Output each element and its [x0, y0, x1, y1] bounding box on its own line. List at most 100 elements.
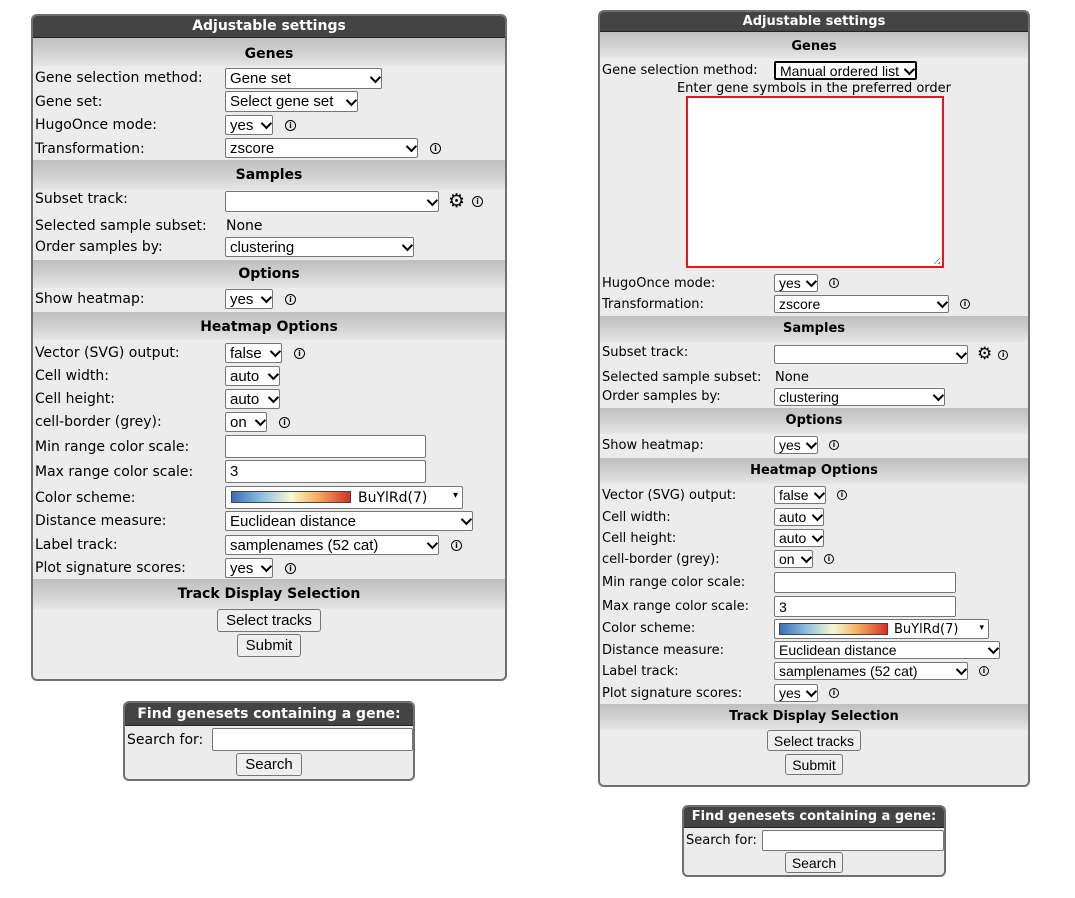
section-track-display: Track Display Selection [33, 579, 505, 609]
show-heatmap-select[interactable]: yes [225, 289, 273, 309]
distance-measure-select[interactable]: Euclidean distance [774, 641, 1000, 659]
cell-height-select[interactable]: auto [225, 389, 280, 409]
min-range-input[interactable] [774, 572, 956, 593]
info-icon[interactable]: i [829, 278, 839, 288]
search-for-label: Search for: [127, 732, 204, 748]
info-icon[interactable]: i [979, 666, 989, 676]
min-range-input[interactable] [225, 435, 426, 458]
show-heatmap-select[interactable]: yes [774, 436, 818, 454]
color-scheme-gradient [231, 491, 351, 503]
info-icon[interactable]: i [960, 299, 970, 309]
section-genes: Genes [600, 32, 1028, 58]
transformation-label: Transformation: [35, 141, 145, 157]
submit-button[interactable]: Submit [236, 634, 302, 657]
color-scheme-gradient [779, 623, 888, 635]
max-range-label: Max range color scale: [602, 599, 749, 614]
vector-svg-select[interactable]: false [774, 486, 826, 504]
distance-measure-label: Distance measure: [35, 513, 167, 529]
resize-grip-icon[interactable] [934, 258, 940, 264]
gene-symbols-textarea[interactable] [686, 96, 944, 268]
plot-signature-select[interactable]: yes [774, 684, 818, 702]
info-icon[interactable]: i [285, 562, 296, 574]
search-button[interactable]: Search [784, 852, 844, 873]
info-icon[interactable]: i [829, 688, 839, 698]
cell-border-label: cell-border (grey): [602, 552, 720, 567]
show-heatmap-label: Show heatmap: [35, 291, 145, 307]
distance-measure-select[interactable]: Euclidean distance [225, 511, 473, 531]
hugoonce-mode-select[interactable]: yes [774, 274, 818, 292]
left-find-geneset-box: Find genesets containing a gene: Search … [123, 701, 415, 781]
gene-set-label: Gene set: [35, 94, 103, 110]
cell-height-select[interactable]: auto [774, 529, 824, 547]
plot-signature-label: Plot signature scores: [35, 560, 186, 576]
cell-height-label: Cell height: [602, 531, 677, 546]
hugoonce-mode-label: HugoOnce mode: [602, 276, 716, 291]
hugoonce-mode-select[interactable]: yes [225, 115, 273, 135]
info-icon[interactable]: i [837, 490, 847, 500]
info-icon[interactable]: i [294, 347, 305, 359]
subset-track-label: Subset track: [602, 345, 689, 360]
section-options: Options [33, 260, 505, 288]
transformation-select[interactable]: zscore [225, 138, 418, 158]
transformation-label: Transformation: [602, 297, 704, 312]
info-icon[interactable]: i [430, 142, 441, 154]
find-title: Find genesets containing a gene: [684, 807, 944, 828]
search-for-label: Search for: [686, 833, 757, 848]
order-samples-select[interactable]: clustering [774, 388, 945, 406]
selected-sample-subset-value: None [226, 218, 263, 234]
subset-track-select[interactable] [225, 191, 439, 212]
info-icon[interactable]: i [285, 293, 296, 305]
section-samples: Samples [600, 316, 1028, 342]
info-icon[interactable]: i [472, 196, 484, 207]
select-tracks-button[interactable]: Select tracks [217, 609, 321, 632]
gene-selection-method-select[interactable]: Manual ordered list [774, 61, 917, 80]
order-samples-select[interactable]: clustering [225, 237, 414, 257]
color-scheme-select[interactable]: BuYlRd(7) ▾ [225, 486, 463, 509]
label-track-label: Label track: [602, 664, 679, 679]
selected-sample-subset-value: None [775, 370, 809, 385]
search-input[interactable] [762, 830, 944, 851]
max-range-input[interactable]: 3 [774, 596, 956, 617]
info-icon[interactable]: i [451, 539, 462, 551]
section-options: Options [600, 408, 1028, 434]
search-input[interactable] [212, 728, 413, 751]
submit-button[interactable]: Submit [785, 754, 843, 775]
color-scheme-label: Color scheme: [602, 621, 696, 636]
info-icon[interactable]: i [279, 416, 290, 428]
cell-border-select[interactable]: on [225, 412, 267, 432]
panel-title: Adjustable settings [600, 12, 1028, 32]
section-heatmap-options: Heatmap Options [600, 458, 1028, 484]
cell-border-select[interactable]: on [774, 550, 813, 568]
vector-svg-label: Vector (SVG) output: [35, 345, 180, 361]
label-track-label: Label track: [35, 537, 118, 553]
subset-track-select[interactable] [774, 345, 968, 364]
gene-set-select[interactable]: Select gene set [225, 91, 358, 112]
plot-signature-select[interactable]: yes [225, 558, 273, 578]
info-icon[interactable]: i [824, 554, 834, 564]
cell-height-label: Cell height: [35, 391, 115, 407]
section-track-display: Track Display Selection [600, 704, 1028, 730]
gene-selection-method-select[interactable]: Gene set [225, 68, 382, 89]
label-track-select[interactable]: samplenames (52 cat) [774, 662, 968, 680]
selected-sample-subset-label: Selected sample subset: [602, 370, 762, 385]
cell-width-select[interactable]: auto [225, 366, 280, 386]
transformation-select[interactable]: zscore [774, 295, 949, 313]
distance-measure-label: Distance measure: [602, 643, 725, 658]
label-track-select[interactable]: samplenames (52 cat) [225, 535, 439, 555]
info-icon[interactable]: i [829, 440, 839, 450]
gene-selection-method-label: Gene selection method: [35, 70, 203, 86]
order-samples-label: Order samples by: [35, 239, 163, 255]
section-genes: Genes [33, 38, 505, 66]
info-icon[interactable]: i [285, 119, 296, 131]
gear-icon[interactable]: ⚙ [977, 346, 992, 363]
color-scheme-select[interactable]: BuYlRd(7) ▾ [774, 619, 989, 639]
select-tracks-button[interactable]: Select tracks [766, 730, 862, 751]
vector-svg-select[interactable]: false [225, 343, 282, 363]
search-button[interactable]: Search [236, 753, 302, 776]
gear-icon[interactable]: ⚙ [448, 192, 465, 211]
color-scheme-label: Color scheme: [35, 490, 136, 506]
max-range-input[interactable]: 3 [225, 460, 426, 483]
cell-width-select[interactable]: auto [774, 508, 824, 526]
vector-svg-label: Vector (SVG) output: [602, 488, 737, 503]
info-icon[interactable]: i [998, 349, 1009, 360]
